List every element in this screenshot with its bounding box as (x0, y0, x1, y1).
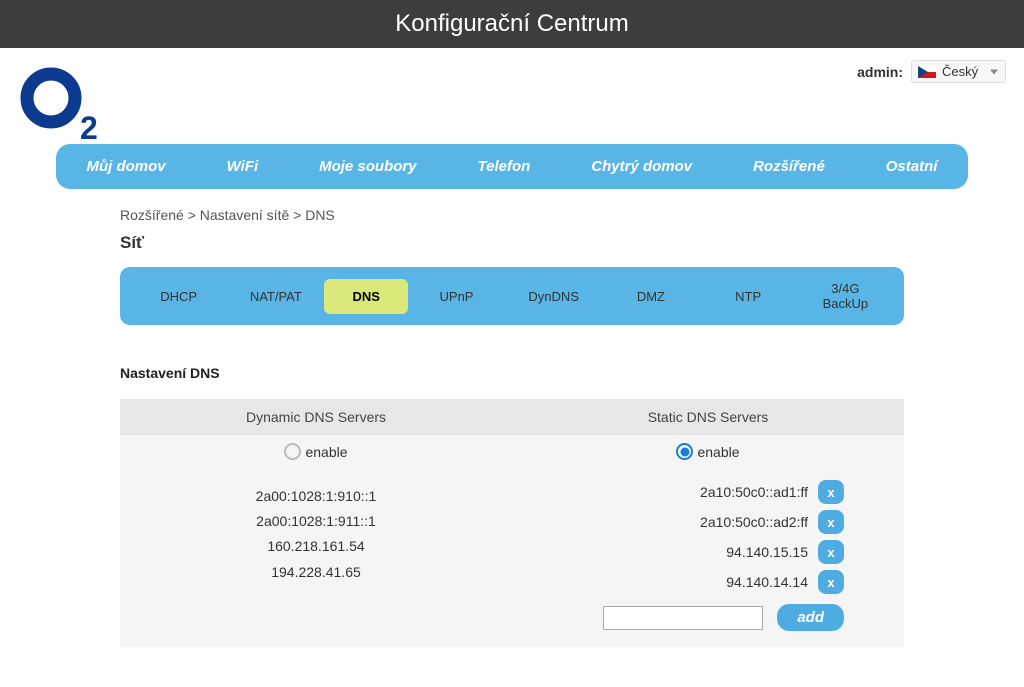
sub-nav-tab[interactable]: 3/4G BackUp (797, 271, 894, 321)
admin-area: admin: Český (857, 60, 1006, 83)
add-server-input[interactable] (603, 606, 763, 630)
dynamic-server-entry: 194.228.41.65 (120, 560, 512, 585)
content: Rozšířené > Nastavení sítě > DNS Síť DHC… (0, 189, 1024, 687)
app-title: Konfigurační Centrum (395, 10, 628, 37)
static-enable-cell: enable (512, 435, 904, 468)
static-server-row: 94.140.14.14 x (512, 570, 844, 594)
dynamic-server-entry: 2a00:1028:1:911::1 (120, 509, 512, 534)
admin-label: admin: (857, 64, 903, 80)
static-server-entry: 2a10:50c0::ad1:ff (700, 484, 808, 500)
dynamic-enable-label: enable (305, 444, 347, 460)
add-server-row: add (512, 604, 844, 631)
language-value: Český (942, 64, 978, 79)
main-nav-item[interactable]: WiFi (217, 144, 269, 189)
sub-nav-tab[interactable]: DHCP (130, 279, 227, 314)
delete-server-button[interactable]: x (818, 510, 844, 534)
static-enable-label: enable (697, 444, 739, 460)
dynamic-enable-radio[interactable] (284, 443, 301, 460)
dynamic-server-entry: 160.218.161.54 (120, 534, 512, 559)
static-header: Static DNS Servers (512, 399, 904, 435)
dynamic-enable-cell: enable (120, 435, 512, 468)
section-title: Síť (120, 233, 904, 253)
main-nav-item[interactable]: Ostatní (876, 144, 948, 189)
sub-nav-tab[interactable]: DNS (324, 279, 407, 314)
main-nav-item[interactable]: Rozšířené (743, 144, 835, 189)
static-servers-list: 2a10:50c0::ad1:ffx2a10:50c0::ad2:ffx94.1… (512, 468, 904, 647)
main-nav-item[interactable]: Chytrý domov (581, 144, 702, 189)
dns-grid: Dynamic DNS Servers Static DNS Servers e… (120, 399, 904, 647)
header-row: 2 admin: Český (0, 48, 1024, 144)
language-select[interactable]: Český (911, 60, 1006, 83)
delete-server-button[interactable]: x (818, 480, 844, 504)
static-server-row: 2a10:50c0::ad2:ff x (512, 510, 844, 534)
breadcrumb: Rozšířené > Nastavení sítě > DNS (120, 207, 904, 223)
add-server-button[interactable]: add (777, 604, 844, 631)
main-nav-item[interactable]: Můj domov (76, 144, 175, 189)
dynamic-servers-list: 2a00:1028:1:910::12a00:1028:1:911::1160.… (120, 468, 512, 647)
static-enable-radio[interactable] (676, 443, 693, 460)
static-server-entry: 94.140.15.15 (726, 544, 808, 560)
flag-icon (918, 66, 936, 78)
main-nav-item[interactable]: Telefon (468, 144, 541, 189)
sub-nav-tab[interactable]: NAT/PAT (227, 279, 324, 314)
svg-text:2: 2 (80, 110, 98, 144)
sub-nav: DHCPNAT/PATDNSUPnPDynDNSDMZNTP3/4G BackU… (120, 267, 904, 325)
main-nav: Můj domov WiFi Moje soubory Telefon Chytrý d… (56, 144, 968, 189)
sub-nav-tab[interactable]: UPnP (408, 279, 505, 314)
static-server-row: 2a10:50c0::ad1:ff x (512, 480, 844, 504)
sub-nav-tab[interactable]: DMZ (602, 279, 699, 314)
brand-logo: 2 (18, 60, 108, 144)
static-server-entry: 2a10:50c0::ad2:ff (700, 514, 808, 530)
delete-server-button[interactable]: x (818, 570, 844, 594)
static-server-row: 94.140.15.15 x (512, 540, 844, 564)
dynamic-server-entry: 2a00:1028:1:910::1 (120, 484, 512, 509)
top-title-bar: Konfigurační Centrum (0, 0, 1024, 48)
dynamic-header: Dynamic DNS Servers (120, 399, 512, 435)
settings-title: Nastavení DNS (120, 365, 904, 381)
main-nav-item[interactable]: Moje soubory (309, 144, 427, 189)
sub-nav-tab[interactable]: DynDNS (505, 279, 602, 314)
sub-nav-tab[interactable]: NTP (700, 279, 797, 314)
static-server-entry: 94.140.14.14 (726, 574, 808, 590)
delete-server-button[interactable]: x (818, 540, 844, 564)
